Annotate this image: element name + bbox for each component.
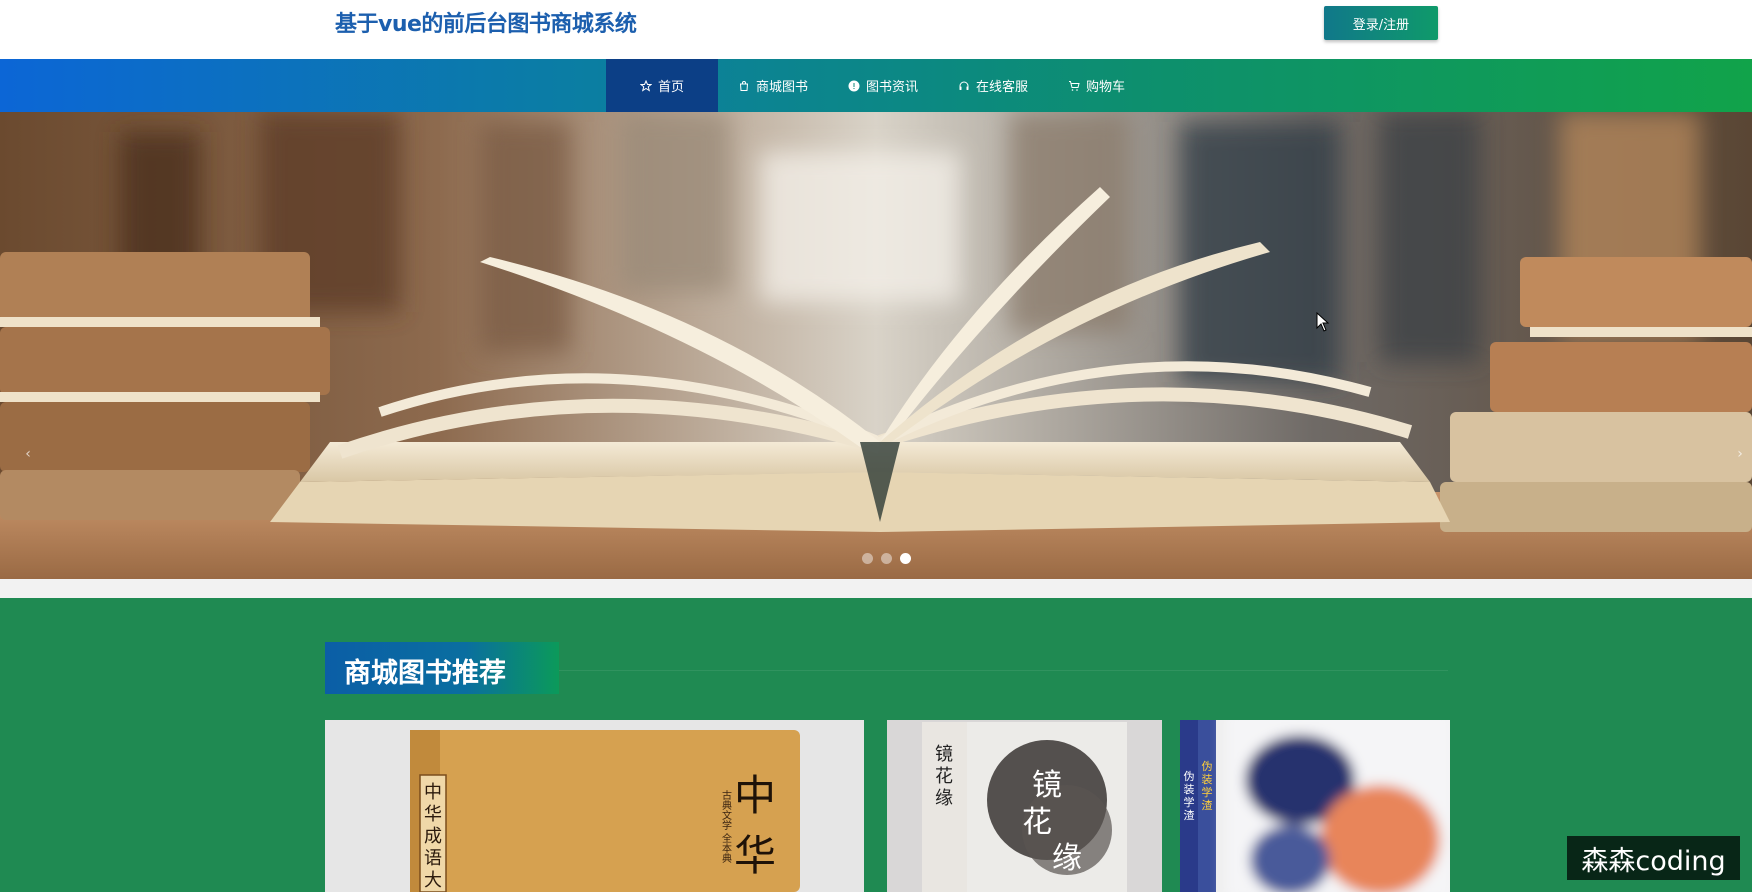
book-card[interactable]: 中华成语大 中 华 古典文学 全本典 — [325, 720, 864, 892]
nav-item-label: 首页 — [657, 80, 684, 95]
carousel-dot-3[interactable] — [900, 553, 911, 564]
site-header: 基于vue的前后台图书商城系统 登录/注册 — [0, 0, 1752, 59]
cover-title-char: 镜 — [1032, 768, 1062, 803]
nav-item-label: 购物车 — [1086, 80, 1126, 95]
cover-char: 学 — [1202, 785, 1213, 799]
nav-item-cart[interactable]: 购物车 — [1048, 59, 1145, 112]
cover-char: 花 — [935, 766, 953, 787]
book-cover-image: 中华成语大 中 华 古典文学 全本典 — [325, 720, 864, 892]
cover-char: 缘 — [935, 788, 953, 809]
nav-item-service[interactable]: 在线客服 — [938, 59, 1048, 112]
book-cover-image: 镜花缘 镜 花 缘 — [887, 720, 1162, 892]
cover-char: 伪 — [1184, 770, 1195, 783]
cover-char: 镜 — [935, 744, 953, 765]
cover-text-vertical: 伪装学渣 — [1202, 760, 1213, 812]
cover-char: 中 — [424, 782, 442, 803]
carousel-next-icon[interactable]: › — [1728, 442, 1752, 466]
cover-char: 华 — [424, 804, 442, 825]
section-title: 商城图书推荐 — [344, 658, 506, 689]
nav-item-news[interactable]: 图书资讯 — [828, 59, 938, 112]
cover-char: 学 — [1184, 795, 1195, 809]
cover-title-char: 花 — [1022, 805, 1052, 840]
site-title[interactable]: 基于vue的前后台图书商城系统 — [335, 6, 637, 38]
book-card[interactable]: 伪装学渣 伪装学渣 — [1180, 720, 1450, 892]
cover-char: 渣 — [1202, 798, 1213, 812]
star-icon — [639, 79, 652, 92]
banner-image-open-book — [0, 112, 1752, 579]
carousel-dot-2[interactable] — [881, 553, 892, 564]
cover-char: 渣 — [1184, 808, 1195, 822]
carousel-indicators — [862, 553, 911, 564]
cover-big-char: 中 — [734, 771, 776, 820]
watermark: 森森coding — [1567, 836, 1740, 880]
cover-char: 伪 — [1202, 760, 1213, 773]
banner-carousel[interactable]: ‹ › — [0, 112, 1752, 579]
cover-text-vertical: 中华成语大 — [424, 782, 442, 891]
banner-bottom-strip — [0, 579, 1752, 598]
headset-icon — [959, 81, 969, 90]
cover-subtext: 古典文学 全本典 — [720, 789, 732, 864]
nav-item-label: 商城图书 — [756, 80, 809, 95]
nav-item-home[interactable]: 首页 — [606, 59, 718, 112]
cover-char: 装 — [1202, 773, 1213, 786]
login-register-button[interactable]: 登录/注册 — [1324, 6, 1438, 40]
cart-icon — [1069, 80, 1080, 91]
cover-text-vertical: 伪装学渣 — [1184, 770, 1195, 822]
shopping-bag-icon — [739, 80, 749, 91]
carousel-dot-1[interactable] — [862, 553, 873, 564]
cover-big-char: 华 — [734, 831, 776, 880]
section-divider — [559, 670, 1448, 671]
book-recommend-section: 商城图书推荐 中华成语大 中 华 古典文学 全本典 镜花缘 镜 花 缘 伪装学渣… — [0, 598, 1752, 892]
nav-item-label: 在线客服 — [976, 80, 1029, 95]
section-title-box: 商城图书推荐 — [325, 642, 559, 694]
carousel-prev-icon[interactable]: ‹ — [16, 442, 40, 466]
info-icon — [848, 80, 860, 91]
book-cover-image: 伪装学渣 伪装学渣 — [1180, 720, 1450, 892]
cover-char: 大 — [424, 870, 442, 891]
cover-char: 语 — [424, 848, 442, 869]
main-nav: 首页 商城图书 图书资讯 在线客服 购物车 — [0, 59, 1752, 112]
cover-char: 装 — [1184, 783, 1195, 796]
cover-char: 成 — [424, 826, 442, 847]
book-card[interactable]: 镜花缘 镜 花 缘 — [887, 720, 1162, 892]
nav-item-books[interactable]: 商城图书 — [718, 59, 828, 112]
nav-item-label: 图书资讯 — [866, 80, 919, 95]
cover-title-char: 缘 — [1052, 841, 1082, 876]
mouse-cursor-icon — [1316, 311, 1330, 336]
cover-text-vertical: 镜花缘 — [935, 744, 953, 809]
